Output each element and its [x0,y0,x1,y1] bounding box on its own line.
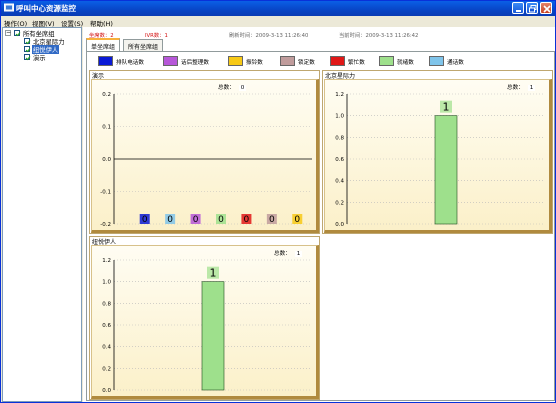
y-tick-label: 0.2 [335,200,344,206]
legend-label: 排队电话数 [116,60,144,66]
total-count: 总数： 1 [507,83,536,91]
ivr-count: IVR数：1 [145,33,168,39]
y-tick-label: 0.4 [335,179,344,185]
group-tree: − 所有坐席组 北京星际力 纽悦伊人 演示 [2,27,82,402]
tree-item-demo[interactable]: 演示 [5,54,81,62]
y-tick-label: 0.1 [102,125,111,131]
checkbox-icon[interactable] [24,46,31,53]
legend-label: 就绪数 [397,60,414,66]
y-tick-label: -0.2 [100,222,111,228]
total-label: 总数： [218,85,235,91]
bar [201,281,225,391]
total-label: 总数： [507,85,524,91]
y-tick-label: 0.0 [102,388,111,394]
total-value: 1 [294,251,303,257]
main-area: 坐席数：2 IVR数：1 刷新时间：2009-3-13 11:26:40 当前时… [83,27,555,402]
y-tick-label: 1.2 [102,258,111,264]
restore-button[interactable] [526,2,538,14]
menu-bar: 操作(O) 视图(V) 设置(S) 帮助(H) [1,16,555,28]
y-tick-label: 0.6 [335,157,344,163]
total-count: 总数： 1 [274,249,303,257]
chart-svg: 0.2 0.1 0.0 -0.1 -0.2 0 0 0 0 0 0 0 [100,92,312,228]
minimize-button[interactable] [512,2,524,14]
bar-data-label: 0 [269,215,275,225]
y-tick-label: 1.0 [102,280,111,286]
checkbox-icon[interactable] [24,38,31,45]
y-tick-label: 0.2 [102,366,111,372]
bar-data-label: 0 [244,215,250,225]
total-label: 总数： [274,251,291,257]
tab-single-group[interactable]: 单坐席组 [86,38,121,51]
chart-svg: 1.2 1.0 0.8 0.6 0.4 0.2 0.0 1 [335,92,545,228]
bar-data-label: 0 [142,215,148,225]
y-tick-label: 0.4 [102,345,111,351]
refresh-time: 刷新时间：2009-3-13 11:26:40 [229,33,309,39]
y-tick-label: 0.0 [335,222,344,228]
window-title: 呼叫中心资源监控 [16,4,76,13]
legend-label: 通话数 [447,60,464,66]
chart-svg: 1.2 1.0 0.8 0.6 0.4 0.2 0.0 1 [102,258,312,394]
legend-label: 锁定数 [298,60,315,66]
y-tick-label: -0.1 [100,190,111,196]
bar-data-label: 0 [294,215,300,225]
current-time: 当前时间：2009-3-13 11:26:42 [339,33,419,39]
restore-icon [529,5,537,13]
y-tick-label: 0.2 [102,92,111,98]
legend-swatch [429,56,444,66]
checkbox-icon[interactable] [14,30,21,37]
y-tick-label: 1.2 [335,92,344,98]
legend-label: 话后整理数 [181,60,209,66]
y-tick-label: 0.8 [335,135,344,141]
legend-swatch [280,56,295,66]
legend-swatch [379,56,394,66]
y-tick-label: 0.6 [102,323,111,329]
app-icon [4,3,14,12]
title-bar[interactable]: 呼叫中心资源监控 [1,1,555,16]
legend-swatch [98,56,113,66]
chart-beijing: 1.2 1.0 0.8 0.6 0.4 0.2 0.0 1 总数： 1 [324,79,552,233]
bar-data-label: 1 [443,101,450,114]
tab-all-groups[interactable]: 所有坐席组 [123,39,164,51]
collapse-icon[interactable]: − [5,30,11,36]
app-window: 呼叫中心资源监控 操作(O) 视图(V) 设置(S) 帮助(H) − 所有坐席组… [0,0,556,403]
chart-niuyue: 1.2 1.0 0.8 0.6 0.4 0.2 0.0 1 总数： 1 [91,245,319,399]
checkbox-icon[interactable] [24,54,31,61]
legend-swatch [330,56,345,66]
bar-data-label: 1 [210,267,217,280]
minimize-icon [516,10,521,12]
legend: 排队电话数 话后整理数 振铃数 锁定数 繁忙数 就绪数 通话数 [87,54,552,68]
bar-data-label: 0 [167,215,173,225]
panel-niuyue: 纽悦伊人 1.2 1.0 0.8 0.6 0.4 0.2 0.0 1 总数： 1 [89,236,320,400]
bar-data-label: 0 [218,215,224,225]
total-count: 总数： 0 [218,83,247,91]
y-tick-label: 1.0 [335,114,344,120]
bar-data-label: 0 [193,215,199,225]
legend-label: 繁忙数 [348,60,365,66]
panel-beijing: 北京星际力 1.2 1.0 0.8 0.6 0.4 0.2 0.0 1 总数： 1 [322,70,553,234]
panel-demo: 演示 0.2 0.1 0.0 -0.1 -0.2 0 0 0 0 0 0 0 总数： 0 [89,70,320,234]
legend-label: 振铃数 [246,60,263,66]
y-tick-label: 0.8 [102,301,111,307]
tree-item-label: 演示 [33,55,46,62]
legend-swatch [228,56,243,66]
close-button[interactable] [540,2,552,14]
chart-demo: 0.2 0.1 0.0 -0.1 -0.2 0 0 0 0 0 0 0 总数： 0 [91,79,319,233]
y-tick-label: 0.0 [102,157,111,163]
bar [434,115,458,225]
close-icon [543,5,551,13]
legend-swatch [163,56,178,66]
total-value: 0 [238,85,247,91]
tab-content: 排队电话数 话后整理数 振铃数 锁定数 繁忙数 就绪数 通话数 演示 0.2 0.… [86,51,555,401]
total-value: 1 [527,85,536,91]
